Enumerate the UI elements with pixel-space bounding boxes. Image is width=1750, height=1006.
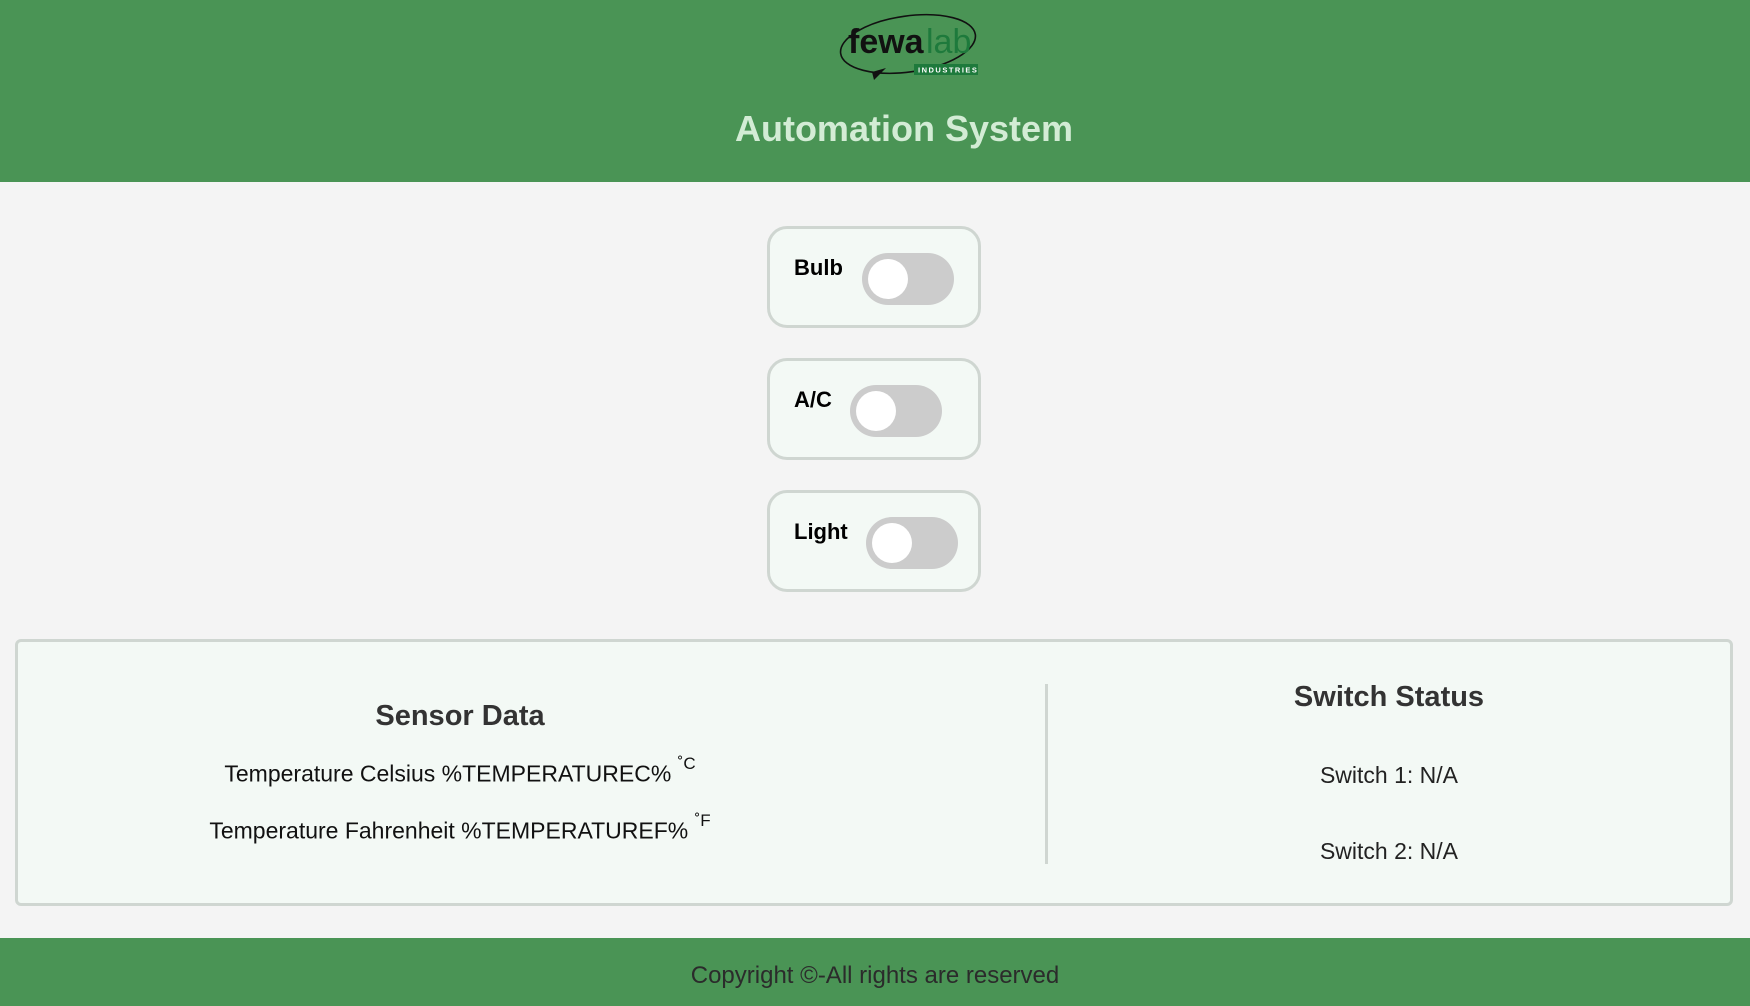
data-panel: Sensor Data Temperature Celsius %TEMPERA… xyxy=(15,639,1733,906)
ac-switch-card: A/C xyxy=(767,358,981,460)
bulb-switch-card: Bulb xyxy=(767,226,981,328)
light-toggle[interactable] xyxy=(866,517,958,569)
temperature-fahrenheit-label: Temperature Fahrenheit %TEMPERATUREF% xyxy=(209,817,689,844)
copyright-text: Copyright ©-All rights are reserved xyxy=(690,962,1060,989)
light-switch-card: Light xyxy=(767,490,981,592)
bulb-toggle[interactable] xyxy=(862,253,954,305)
light-label: Light xyxy=(794,519,848,544)
bulb-label: Bulb xyxy=(794,255,843,280)
celsius-unit: ˚C xyxy=(677,754,696,773)
ac-toggle[interactable] xyxy=(850,385,942,437)
temperature-celsius: Temperature Celsius %TEMPERATUREC% ˚C xyxy=(18,754,902,788)
fahrenheit-unit: ˚F xyxy=(694,811,711,830)
fewalab-logo: fewa lab INDUSTRIES xyxy=(838,8,980,80)
toggle-knob xyxy=(872,523,912,563)
switch-2-status: Switch 2: N/A xyxy=(1319,838,1459,864)
sensor-data-title: Sensor Data xyxy=(375,700,545,732)
switch-status-title: Switch Status xyxy=(1293,681,1485,713)
svg-text:fewa: fewa xyxy=(848,23,925,61)
svg-text:lab: lab xyxy=(926,23,971,61)
toggle-knob xyxy=(856,391,896,431)
ac-label: A/C xyxy=(794,387,832,412)
page-title: Automation System xyxy=(734,108,1074,149)
temperature-fahrenheit: Temperature Fahrenheit %TEMPERATUREF% ˚F xyxy=(18,811,902,845)
toggle-knob xyxy=(868,259,908,299)
header: fewa lab INDUSTRIES Automation System xyxy=(0,0,1750,182)
footer: Copyright ©-All rights are reserved xyxy=(0,938,1750,1006)
svg-text:INDUSTRIES: INDUSTRIES xyxy=(918,66,978,75)
switch-1-status: Switch 1: N/A xyxy=(1319,762,1459,788)
temperature-celsius-label: Temperature Celsius %TEMPERATUREC% xyxy=(224,760,672,787)
